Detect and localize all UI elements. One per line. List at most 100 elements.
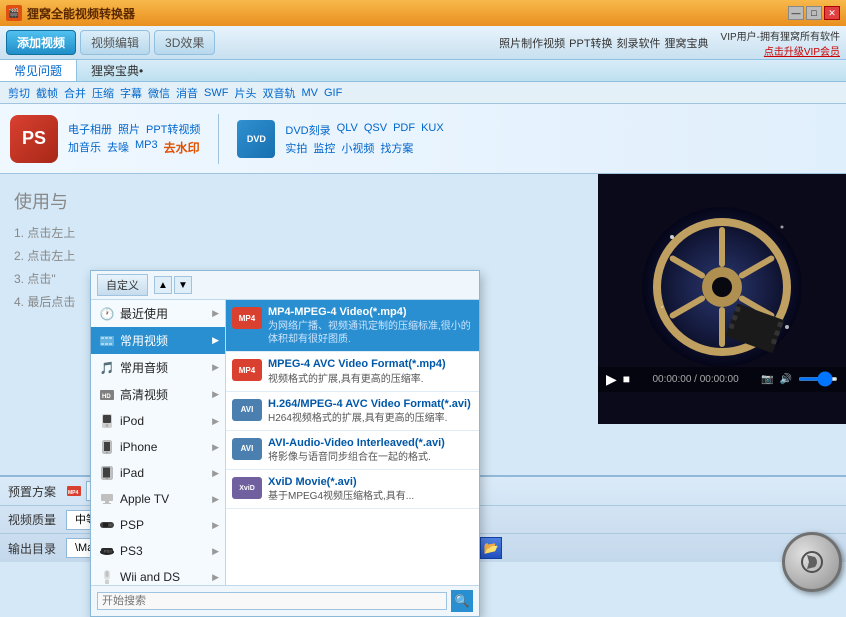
link-mp3[interactable]: MP3 [135, 139, 158, 156]
title-controls: — □ ✕ [788, 6, 840, 20]
volume-button[interactable]: 🔊 [780, 374, 792, 385]
close-button[interactable]: ✕ [824, 6, 840, 20]
action-dual-audio[interactable]: 双音轨 [262, 85, 295, 101]
format-avi-audio[interactable]: AVI AVI-Audio-Video Interleaved(*.avi) 将… [226, 431, 479, 470]
banner-links-group1: 电子相册 照片 PPT转视频 加音乐 去噪 MP3 去水印 [68, 121, 200, 156]
action-wechat[interactable]: 微信 [148, 85, 170, 101]
dvd-links-row1: DVD刻录 QLV QSV PDF KUX [285, 122, 443, 138]
search-button[interactable]: 🔍 [451, 590, 473, 612]
ipad-icon [99, 465, 115, 481]
category-hd-video[interactable]: HD 高清视频 ▶ [91, 381, 225, 408]
ps-icon: PS [10, 115, 58, 163]
category-ipod[interactable]: iPod ▶ [91, 408, 225, 434]
preset-icon: MP4 [66, 483, 82, 499]
dvd-icon: DVD [237, 120, 275, 158]
banner-links-row2: 加音乐 去噪 MP3 去水印 [68, 139, 200, 156]
nav-up-button[interactable]: ▲ [154, 276, 172, 294]
category-ipad[interactable]: iPad ▶ [91, 460, 225, 486]
link-ppt-video[interactable]: PPT转视频 [146, 121, 200, 137]
category-wii-ds[interactable]: Wii and DS ▶ [91, 564, 225, 585]
category-common-video[interactable]: 常用视频 ▶ [91, 327, 225, 354]
action-subtitle[interactable]: 字幕 [120, 85, 142, 101]
vip-upgrade-link[interactable]: 点击升级VIP会员 [764, 43, 840, 58]
link-add-music[interactable]: 加音乐 [68, 139, 101, 156]
action-silence[interactable]: 消音 [176, 85, 198, 101]
link-watermark[interactable]: 去水印 [164, 139, 200, 156]
video-edit-button[interactable]: 视频编辑 [80, 30, 150, 55]
category-apple-tv[interactable]: Apple TV ▶ [91, 486, 225, 512]
photo-video-link[interactable]: 照片制作视频 [499, 35, 565, 51]
nav-down-button[interactable]: ▼ [174, 276, 192, 294]
screenshot-button[interactable]: 📷 [761, 374, 773, 385]
format-mp4-mpeg4[interactable]: MP4 MP4-MPEG-4 Video(*.mp4) 为网络广播、视频通讯定制… [226, 300, 479, 352]
ppt-convert-link[interactable]: PPT转换 [569, 35, 612, 51]
action-gif[interactable]: GIF [324, 87, 342, 99]
quick-actions-bar: 剪切 截帧 合并 压缩 字幕 微信 消音 SWF 片头 双音轨 MV GIF [0, 82, 846, 104]
iphone-icon [99, 439, 115, 455]
svg-text:PS3: PS3 [104, 549, 112, 554]
video-quality-label: 视频质量 [8, 511, 60, 528]
link-photo-album[interactable]: 电子相册 [68, 121, 112, 137]
add-video-button[interactable]: 添加视频 [6, 30, 76, 55]
category-iphone[interactable]: iPhone ▶ [91, 434, 225, 460]
category-ps3[interactable]: PS3 PS3 ▶ [91, 538, 225, 564]
link-solutions[interactable]: 找方案 [380, 140, 413, 156]
tab-faq[interactable]: 常见问题 [0, 60, 77, 81]
link-pdf[interactable]: PDF [393, 122, 415, 138]
link-photo[interactable]: 照片 [118, 121, 140, 137]
category-recent[interactable]: 🕐 最近使用 ▶ [91, 300, 225, 327]
format-h264-avi[interactable]: AVI H.264/MPEG-4 AVC Video Format(*.avi)… [226, 392, 479, 431]
format-mp4-avc[interactable]: MP4 MPEG-4 AVC Video Format(*.mp4) 视频格式的… [226, 352, 479, 391]
link-monitor[interactable]: 监控 [313, 140, 335, 156]
open-folder-button[interactable]: 📂 [480, 537, 502, 559]
self-define-button[interactable]: 自定义 [97, 274, 148, 296]
hd-icon: HD [99, 387, 115, 403]
link-denoise[interactable]: 去噪 [107, 139, 129, 156]
film-icon [99, 333, 115, 349]
play-button[interactable]: ▶ [606, 371, 617, 388]
arrow-active-icon: ▶ [212, 335, 219, 346]
action-header[interactable]: 片头 [234, 85, 256, 101]
action-cut[interactable]: 剪切 [8, 85, 30, 101]
action-mv[interactable]: MV [301, 87, 318, 99]
link-qsv[interactable]: QSV [364, 122, 387, 138]
avi-badge2: AVI [232, 438, 262, 460]
output-label: 输出目录 [8, 540, 60, 557]
app-icon: 🎬 [6, 5, 22, 21]
category-common-audio[interactable]: 🎵 常用音频 ▶ [91, 354, 225, 381]
action-screenshot[interactable]: 截帧 [36, 85, 58, 101]
link-kux[interactable]: KUX [421, 122, 444, 138]
action-swf[interactable]: SWF [204, 87, 228, 99]
link-dvd-record[interactable]: DVD刻录 [285, 122, 330, 138]
start-convert-button[interactable] [782, 532, 842, 592]
record-software-link[interactable]: 刻录软件 [617, 35, 661, 51]
effects-3d-button[interactable]: 3D效果 [154, 30, 215, 55]
avi-audio-text: AVI-Audio-Video Interleaved(*.avi) 将影像与语… [268, 436, 473, 464]
arrow-icon: ▶ [212, 308, 219, 319]
link-real-shot[interactable]: 实拍 [285, 140, 307, 156]
format-menu: 自定义 ▲ ▼ 🕐 最近使用 ▶ [90, 270, 480, 617]
format-list: MP4 MP4-MPEG-4 Video(*.mp4) 为网络广播、视频通讯定制… [226, 300, 479, 585]
liwowo-classic-link[interactable]: 狸窝宝典 [665, 35, 709, 51]
format-xvid[interactable]: XviD XviD Movie(*.avi) 基于MPEG4视频压缩格式,具有.… [226, 470, 479, 509]
volume-slider[interactable] [798, 377, 838, 381]
xvid-text: XviD Movie(*.avi) 基于MPEG4视频压缩格式,具有... [268, 475, 473, 503]
action-compress[interactable]: 压缩 [92, 85, 114, 101]
h264-avi-text: H.264/MPEG-4 AVC Video Format(*.avi) H26… [268, 397, 473, 425]
menu-search-bar: 🔍 [91, 585, 479, 616]
category-psp[interactable]: PSP ▶ [91, 512, 225, 538]
minimize-button[interactable]: — [788, 6, 804, 20]
tab-liwowo-classic[interactable]: 狸窝宝典• [77, 60, 157, 81]
stop-button[interactable]: ■ [623, 372, 630, 386]
search-input[interactable] [97, 592, 447, 610]
mp4-avc-badge: MP4 [232, 359, 262, 381]
link-qlv[interactable]: QLV [337, 122, 358, 138]
music-icon: 🎵 [99, 360, 115, 376]
step-2: 2. 点击左上 [14, 247, 336, 264]
app-title: 狸窝全能视频转换器 [27, 5, 788, 22]
recent-icon: 🕐 [99, 306, 115, 322]
film-reel-image [642, 207, 802, 367]
link-short-video[interactable]: 小视频 [341, 140, 374, 156]
maximize-button[interactable]: □ [806, 6, 822, 20]
action-merge[interactable]: 合并 [64, 85, 86, 101]
